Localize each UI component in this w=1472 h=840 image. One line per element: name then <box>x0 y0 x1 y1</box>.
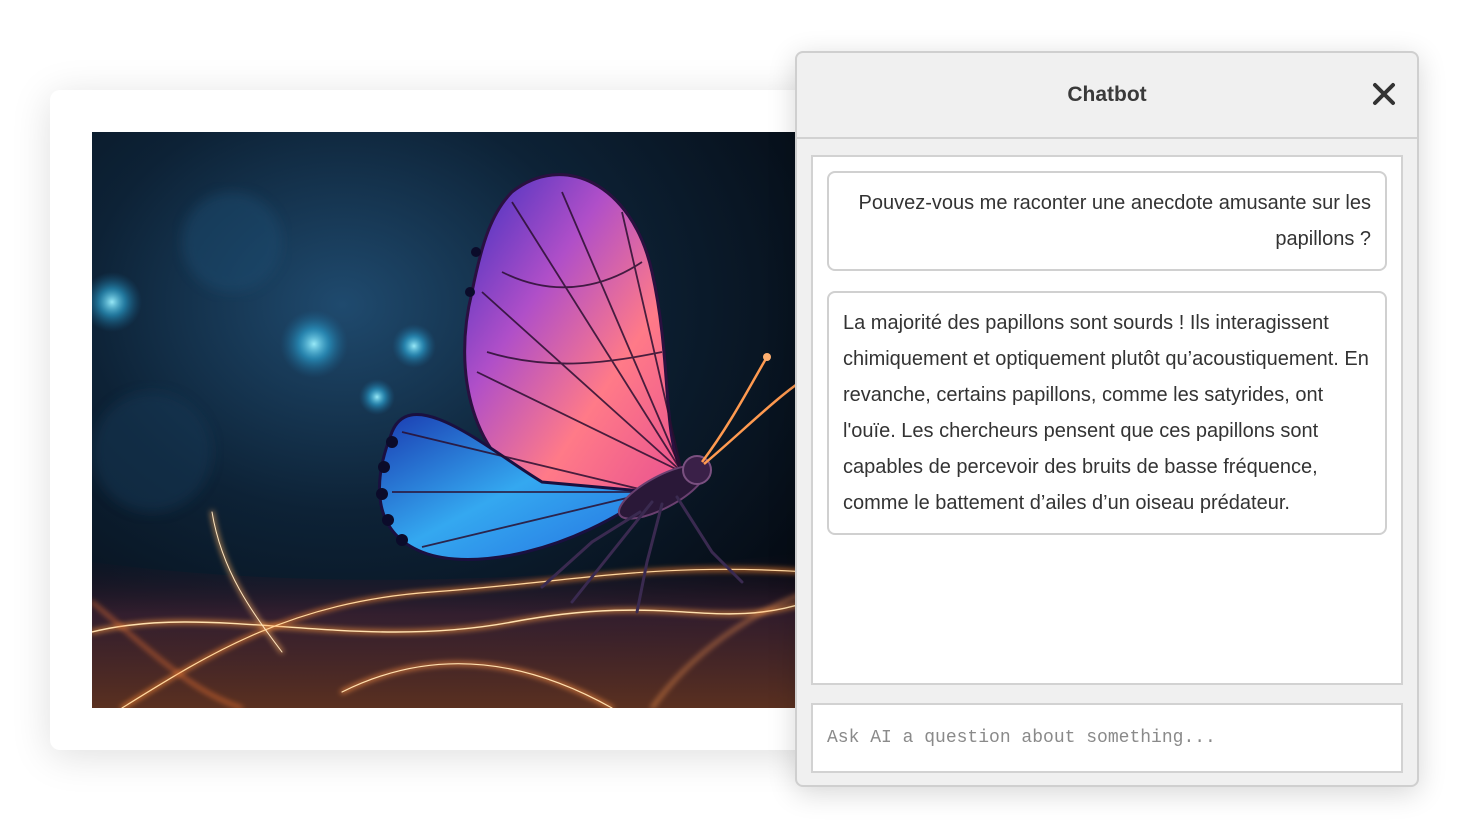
chatbot-header: Chatbot <box>797 53 1417 139</box>
chatbot-panel: Chatbot Pouvez-vous me raconter une anec… <box>795 51 1419 787</box>
question-input-container <box>811 703 1403 773</box>
question-input[interactable] <box>813 705 1401 771</box>
assistant-message: La majorité des papillons sont sourds ! … <box>827 291 1387 535</box>
message-list: Pouvez-vous me raconter une anecdote amu… <box>811 155 1403 685</box>
butterfly-illustration <box>92 132 808 708</box>
chatbot-title: Chatbot <box>1067 83 1147 106</box>
user-message: Pouvez-vous me raconter une anecdote amu… <box>827 171 1387 271</box>
close-button[interactable] <box>1367 77 1401 111</box>
image-card <box>50 90 850 750</box>
close-icon <box>1373 83 1395 105</box>
butterfly-image <box>92 132 808 708</box>
